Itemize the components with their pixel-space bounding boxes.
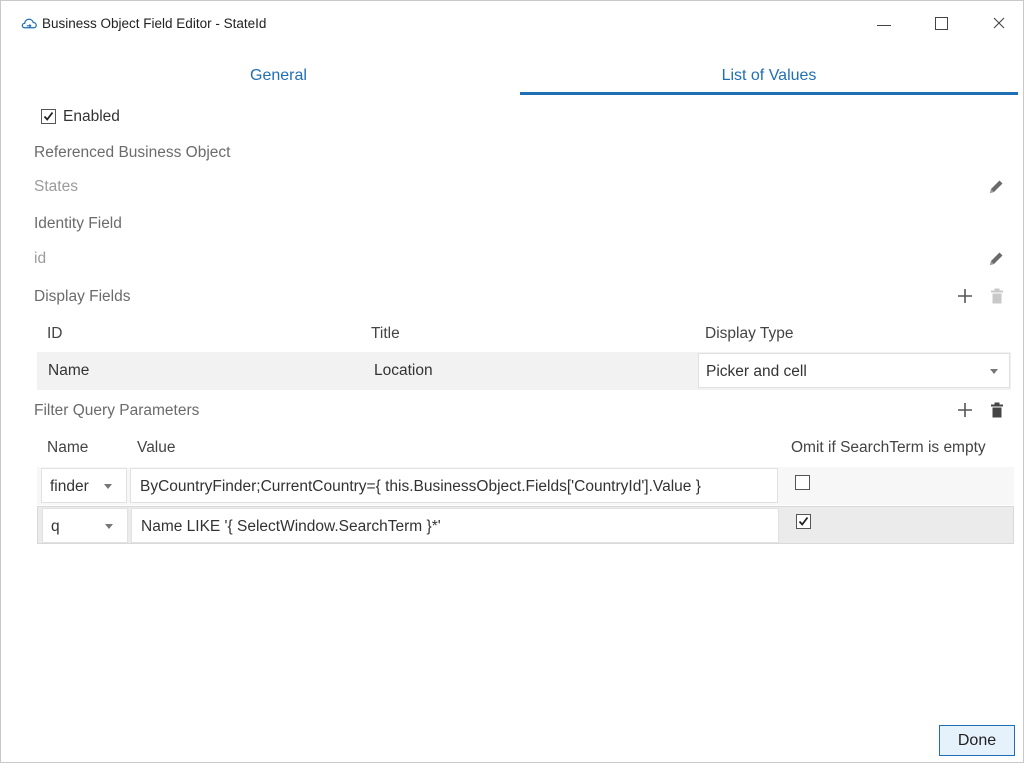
checkmark-icon — [798, 516, 809, 526]
window-title: Business Object Field Editor - StateId — [42, 16, 267, 31]
display-type-dropdown[interactable]: Picker and cell — [698, 353, 1010, 388]
close-icon — [993, 17, 1005, 29]
display-field-id: Name — [48, 362, 90, 379]
enabled-label: Enabled — [63, 108, 120, 125]
column-header-display-type: Display Type — [705, 325, 794, 342]
referenced-business-object-value: States — [34, 178, 78, 195]
column-header-value: Value — [137, 439, 176, 456]
add-display-field-plus-icon[interactable] — [957, 287, 973, 305]
parameter-name-dropdown[interactable]: q — [42, 508, 128, 543]
parameter-name-dropdown[interactable]: finder — [41, 468, 127, 503]
tab-general[interactable]: General — [36, 67, 521, 95]
column-header-name: Name — [47, 439, 89, 456]
title-bar: Business Object Field Editor - StateId — [1, 1, 1023, 41]
parameter-value-text: ByCountryFinder;CurrentCountry={ this.Bu… — [140, 478, 701, 495]
edit-identity-field-pencil-icon[interactable] — [987, 250, 1005, 268]
identity-field-label: Identity Field — [34, 215, 122, 232]
table-row[interactable]: q Name LIKE '{ SelectWindow.SearchTerm }… — [37, 506, 1014, 544]
maximize-button[interactable] — [921, 9, 961, 37]
tab-list-of-values[interactable]: List of Values — [520, 67, 1018, 95]
chevron-down-icon — [104, 484, 112, 489]
filter-query-parameters-label: Filter Query Parameters — [34, 402, 200, 419]
edit-referenced-object-pencil-icon[interactable] — [987, 178, 1005, 196]
parameter-value-input[interactable]: ByCountryFinder;CurrentCountry={ this.Bu… — [130, 468, 778, 503]
done-button[interactable]: Done — [939, 725, 1015, 756]
column-header-omit: Omit if SearchTerm is empty — [791, 439, 986, 456]
table-row[interactable]: Name Location Picker and cell — [37, 352, 1011, 390]
identity-field-value: id — [34, 250, 47, 267]
parameter-value-input[interactable]: Name LIKE '{ SelectWindow.SearchTerm }*' — [131, 508, 779, 543]
filter-query-parameters-table: Name Value Omit if SearchTerm is empty f… — [37, 431, 1014, 551]
parameter-name-value: finder — [50, 478, 89, 495]
chevron-down-icon — [105, 524, 113, 529]
delete-filter-parameter-trash-icon[interactable] — [989, 401, 1005, 419]
parameter-value-text: Name LIKE '{ SelectWindow.SearchTerm }*' — [141, 518, 441, 535]
omit-if-empty-checkbox[interactable] — [795, 475, 810, 490]
chevron-down-icon — [990, 369, 998, 374]
maximize-icon — [934, 16, 948, 30]
minimize-icon — [877, 24, 891, 26]
column-header-title: Title — [371, 325, 400, 342]
column-header-id: ID — [47, 325, 63, 342]
active-tab-indicator — [520, 92, 1018, 95]
table-row[interactable]: finder ByCountryFinder;CurrentCountry={ … — [37, 467, 1014, 505]
minimize-button[interactable] — [864, 9, 904, 37]
enabled-checkbox[interactable] — [41, 109, 56, 124]
omit-if-empty-checkbox[interactable] — [796, 514, 811, 529]
display-fields-label: Display Fields — [34, 288, 131, 305]
display-type-value: Picker and cell — [706, 363, 807, 380]
checkmark-icon — [43, 111, 54, 121]
cloud-app-icon — [21, 18, 37, 29]
referenced-business-object-label: Referenced Business Object — [34, 144, 231, 161]
display-fields-table: ID Title Display Type Name Location Pick… — [37, 317, 1011, 391]
field-editor-window: Business Object Field Editor - StateId G… — [0, 0, 1024, 763]
parameter-name-value: q — [51, 518, 60, 535]
delete-display-field-trash-icon[interactable] — [989, 287, 1005, 305]
display-field-title: Location — [374, 362, 433, 379]
add-filter-parameter-plus-icon[interactable] — [957, 401, 973, 419]
close-button[interactable] — [979, 9, 1019, 37]
